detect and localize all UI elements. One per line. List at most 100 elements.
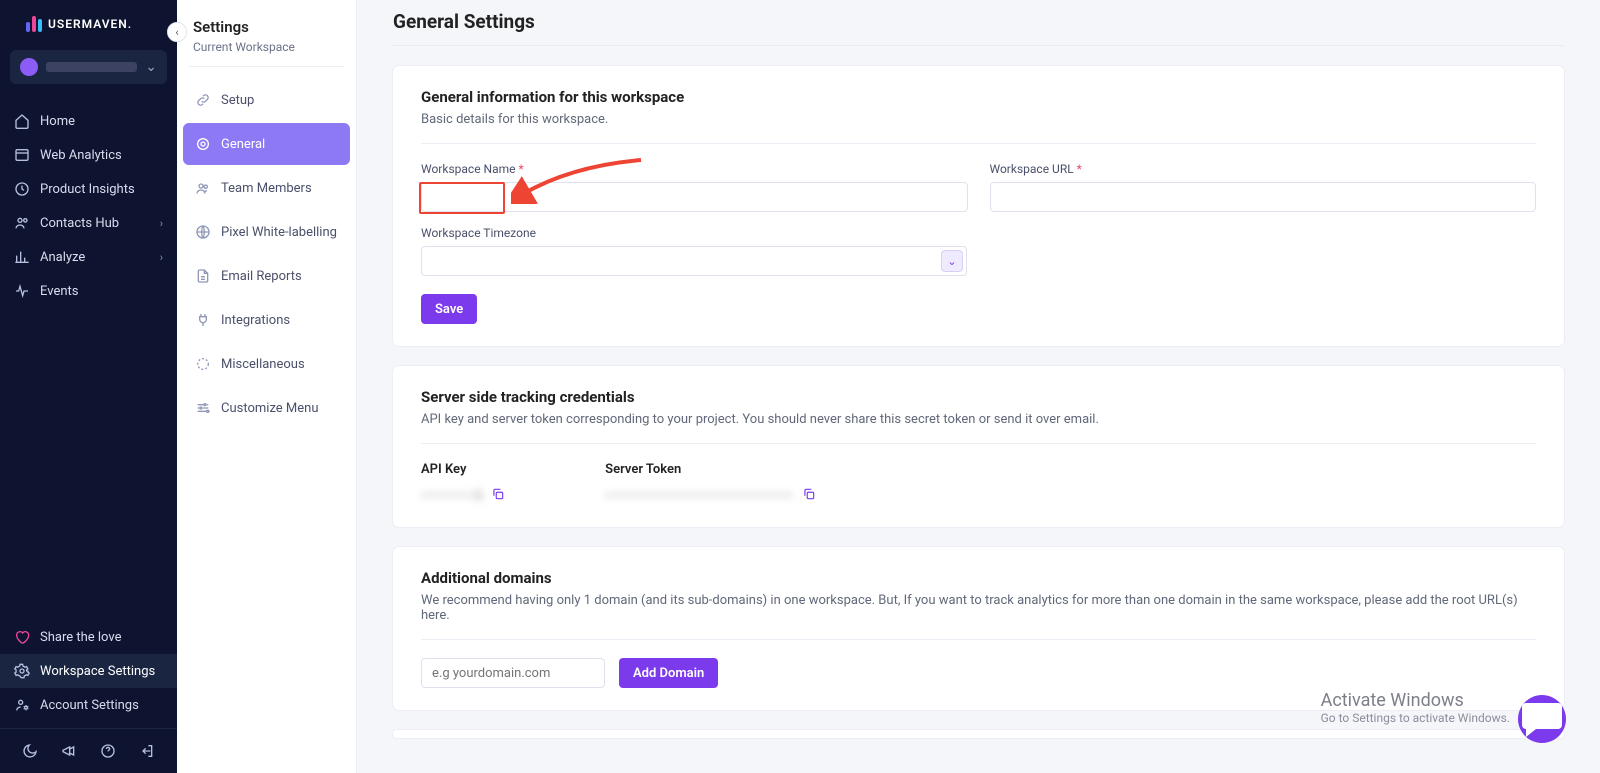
- server-token-value: •••••••••••••••••••••••••••••••••••: [605, 489, 794, 504]
- team-icon: [195, 180, 211, 196]
- save-button[interactable]: Save: [421, 294, 477, 324]
- users-icon: [14, 215, 30, 231]
- nav-share-love[interactable]: Share the love: [0, 620, 177, 654]
- sec-label: Customize Menu: [221, 401, 319, 416]
- credentials-card: Server side tracking credentials API key…: [393, 366, 1564, 527]
- chevron-right-icon: ›: [160, 217, 163, 230]
- sec-label: Pixel White-labelling: [221, 225, 337, 240]
- nav-label: Share the love: [40, 630, 121, 645]
- window-icon: [14, 147, 30, 163]
- api-key-label: API Key: [421, 462, 505, 477]
- sec-label: Email Reports: [221, 269, 302, 284]
- chevron-right-icon: ›: [160, 251, 163, 264]
- nav-label: Workspace Settings: [40, 664, 155, 679]
- copy-icon[interactable]: [802, 487, 816, 505]
- workspace-url-label: Workspace URL *: [990, 162, 1537, 176]
- nav-analyze[interactable]: Analyze ›: [0, 240, 177, 274]
- clock-icon: [14, 181, 30, 197]
- next-card-peek: [393, 730, 1564, 738]
- copy-icon[interactable]: [491, 487, 505, 505]
- sec-miscellaneous[interactable]: Miscellaneous: [183, 343, 350, 385]
- nav-label: Web Analytics: [40, 148, 122, 163]
- nav-contacts-hub[interactable]: Contacts Hub ›: [0, 206, 177, 240]
- nav-label: Account Settings: [40, 698, 139, 713]
- domain-input[interactable]: [421, 658, 605, 688]
- secondary-subtitle: Current Workspace: [177, 40, 356, 66]
- sec-customize-menu[interactable]: Customize Menu: [183, 387, 350, 429]
- nav-events[interactable]: Events: [0, 274, 177, 308]
- workspace-avatar-icon: [20, 58, 38, 76]
- chart-icon: [14, 249, 30, 265]
- sec-label: Team Members: [221, 181, 312, 196]
- heart-icon: [14, 629, 30, 645]
- chevron-down-icon: ⌄: [145, 59, 157, 75]
- main-content: General Settings General information for…: [357, 0, 1600, 773]
- nav-label: Home: [40, 114, 75, 129]
- workspace-tz-select[interactable]: [421, 246, 967, 276]
- sec-email-reports[interactable]: Email Reports: [183, 255, 350, 297]
- sec-setup[interactable]: Setup: [183, 79, 350, 121]
- nav-label: Analyze: [40, 250, 85, 265]
- divider: [421, 143, 1536, 144]
- nav-label: Product Insights: [40, 182, 135, 197]
- sec-pixel-whitelabel[interactable]: Pixel White-labelling: [183, 211, 350, 253]
- sec-label: General: [221, 137, 265, 152]
- secondary-title: Settings: [177, 18, 356, 40]
- divider: [189, 66, 344, 67]
- sec-general[interactable]: General: [183, 123, 350, 165]
- sec-integrations[interactable]: Integrations: [183, 299, 350, 341]
- gear-icon: [14, 663, 30, 679]
- logo-mark-icon: [26, 16, 42, 32]
- document-icon: [195, 268, 211, 284]
- sec-label: Miscellaneous: [221, 357, 305, 372]
- card-desc: We recommend having only 1 domain (and i…: [421, 593, 1536, 623]
- card-title: Additional domains: [421, 569, 1536, 587]
- page-title: General Settings: [393, 10, 1564, 46]
- workspace-name: [46, 62, 137, 72]
- nav-web-analytics[interactable]: Web Analytics: [0, 138, 177, 172]
- moon-icon[interactable]: [22, 741, 38, 761]
- workspace-name-input[interactable]: [421, 182, 968, 212]
- chat-fab-button[interactable]: [1518, 695, 1566, 743]
- nav-account-settings[interactable]: Account Settings: [0, 688, 177, 722]
- chat-icon: [1518, 695, 1566, 743]
- workspace-picker[interactable]: ⌄: [10, 50, 167, 84]
- target-icon: [195, 136, 211, 152]
- sidebar-collapse-button[interactable]: ‹: [167, 22, 187, 42]
- sec-label: Setup: [221, 93, 254, 108]
- help-icon[interactable]: [100, 741, 116, 761]
- plug-icon: [195, 312, 211, 328]
- sec-team-members[interactable]: Team Members: [183, 167, 350, 209]
- brand-name: USERMAVEN.: [48, 17, 132, 31]
- domains-card: Additional domains We recommend having o…: [393, 547, 1564, 710]
- primary-nav: Home Web Analytics Product Insights Cont…: [0, 94, 177, 308]
- sec-label: Integrations: [221, 313, 290, 328]
- nav-label: Events: [40, 284, 78, 299]
- pulse-icon: [14, 283, 30, 299]
- add-domain-button[interactable]: Add Domain: [619, 658, 718, 688]
- divider: [421, 443, 1536, 444]
- user-gear-icon: [14, 697, 30, 713]
- megaphone-icon[interactable]: [61, 741, 77, 761]
- nav-home[interactable]: Home: [0, 104, 177, 138]
- globe-icon: [195, 224, 211, 240]
- sliders-icon: [195, 400, 211, 416]
- brand-logo: USERMAVEN.: [0, 0, 177, 44]
- nav-workspace-settings[interactable]: Workspace Settings: [0, 654, 177, 688]
- workspace-name-label: Workspace Name *: [421, 162, 968, 176]
- divider: [421, 639, 1536, 640]
- nav-product-insights[interactable]: Product Insights: [0, 172, 177, 206]
- primary-sidebar: USERMAVEN. ⌄ Home Web Analytics Product …: [0, 0, 177, 773]
- link-icon: [195, 92, 211, 108]
- workspace-url-input[interactable]: [990, 182, 1537, 212]
- card-title: Server side tracking credentials: [421, 388, 1536, 406]
- secondary-nav: Setup General Team Members Pixel White-l…: [177, 79, 356, 429]
- api-key-value: ••••••••••5: [421, 489, 483, 504]
- workspace-tz-label: Workspace Timezone: [421, 226, 1536, 240]
- secondary-sidebar: Settings Current Workspace Setup General…: [177, 0, 357, 773]
- server-token-label: Server Token: [605, 462, 816, 477]
- logout-icon[interactable]: [139, 741, 155, 761]
- card-desc: Basic details for this workspace.: [421, 112, 1536, 127]
- general-info-card: General information for this workspace B…: [393, 66, 1564, 346]
- card-title: General information for this workspace: [421, 88, 1536, 106]
